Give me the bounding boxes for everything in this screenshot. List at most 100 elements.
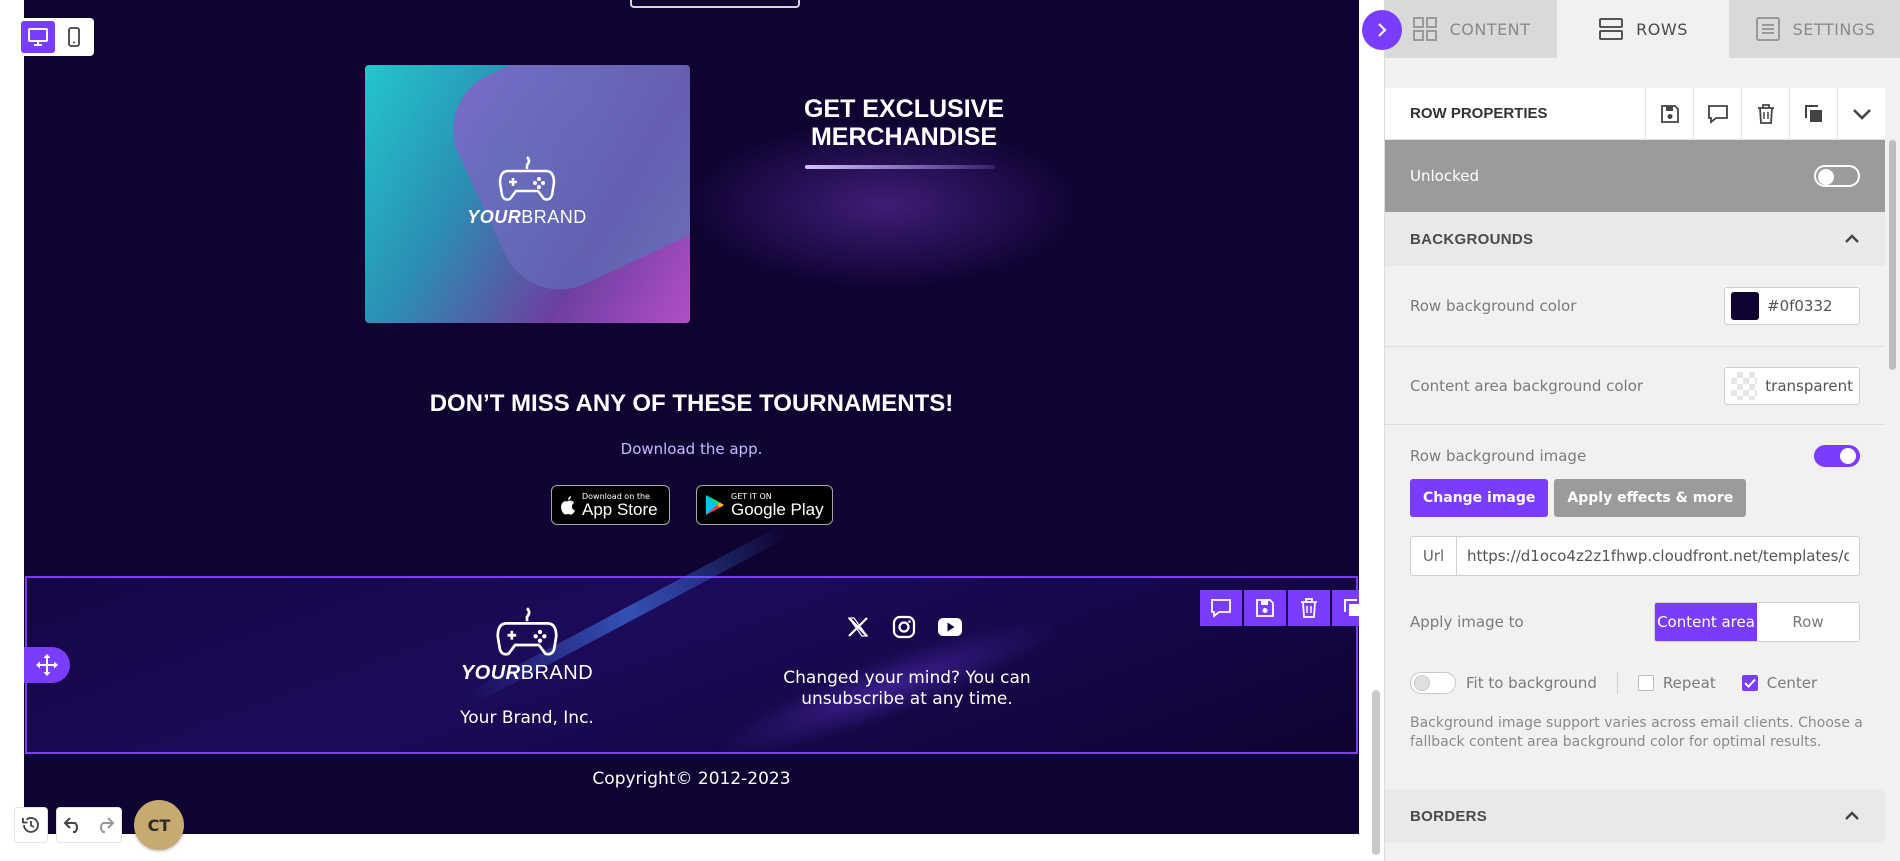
- lock-label: Unlocked: [1410, 167, 1479, 185]
- center-checkbox[interactable]: [1741, 675, 1758, 691]
- save-row-button[interactable]: [1645, 87, 1693, 140]
- comment-icon: [1211, 599, 1231, 618]
- x-icon[interactable]: [843, 612, 873, 642]
- row-bg-image-row: Row background image: [1385, 425, 1885, 487]
- backgrounds-section-header[interactable]: BACKGROUNDS: [1385, 212, 1885, 266]
- image-url-input[interactable]: [1457, 537, 1859, 575]
- google-play-badge[interactable]: GET IT ON Google Play: [696, 485, 833, 525]
- lock-toggle[interactable]: [1814, 165, 1860, 187]
- desktop-view-button[interactable]: [21, 21, 55, 53]
- row-bg-value: #0f0332: [1767, 297, 1833, 315]
- history-box: [14, 807, 48, 843]
- check-icon: [1744, 678, 1756, 688]
- view-mode-toggle: [18, 18, 94, 56]
- collapse-panel-button[interactable]: [1362, 10, 1402, 50]
- center-option[interactable]: Center: [1741, 674, 1818, 692]
- move-icon: [36, 654, 58, 676]
- options-divider: [1616, 672, 1618, 694]
- tab-rows[interactable]: ROWS: [1557, 0, 1729, 58]
- center-label: Center: [1766, 674, 1818, 692]
- image-url-field: Url: [1410, 536, 1860, 576]
- content-bg-color-picker[interactable]: transparent: [1724, 366, 1860, 405]
- apple-icon: [561, 496, 575, 515]
- footer-brand-wordmark: YOURBRAND: [460, 662, 594, 684]
- merch-title[interactable]: GET EXCLUSIVE MERCHANDISE: [764, 95, 1044, 151]
- user-avatar[interactable]: CT: [134, 800, 184, 850]
- row-comment-button[interactable]: [1200, 590, 1242, 626]
- repeat-checkbox[interactable]: [1637, 675, 1654, 691]
- row-bg-swatch: [1731, 292, 1759, 320]
- rows-icon: [1599, 18, 1624, 40]
- canvas-scrollbar[interactable]: [1372, 690, 1380, 855]
- row-bg-image-toggle[interactable]: [1814, 445, 1860, 467]
- row-save-button[interactable]: [1244, 590, 1286, 626]
- tournaments-title[interactable]: DON’T MISS ANY OF THESE TOURNAMENTS!: [24, 390, 1359, 418]
- trash-icon: [1301, 598, 1317, 618]
- history-icon: [22, 817, 39, 833]
- gamepad-icon: [498, 156, 556, 201]
- tab-content[interactable]: CONTENT: [1385, 0, 1557, 58]
- merch-image[interactable]: YOURBRAND: [365, 65, 690, 323]
- repeat-option[interactable]: Repeat: [1637, 674, 1716, 692]
- delete-row-button[interactable]: [1741, 87, 1789, 140]
- fit-to-background-toggle[interactable]: [1410, 672, 1456, 694]
- footer-brand-logo[interactable]: YOURBRAND: [457, 606, 597, 685]
- settings-icon: [1755, 17, 1780, 41]
- collapse-properties-button[interactable]: [1837, 87, 1885, 140]
- tab-content-label: CONTENT: [1449, 19, 1531, 39]
- save-icon: [1660, 104, 1679, 123]
- chevron-up-icon: [1845, 234, 1859, 243]
- app-store-big: App Store: [582, 499, 658, 519]
- row-duplicate-button[interactable]: [1332, 590, 1359, 626]
- apply-to-row[interactable]: Row: [1757, 603, 1859, 641]
- google-play-big: Google Play: [731, 499, 824, 519]
- selected-footer-row[interactable]: YOURBRAND Your Brand, Inc. Changed your …: [25, 524, 1359, 778]
- row-bg-color-picker[interactable]: #0f0332: [1724, 287, 1860, 325]
- panel-tabs: CONTENT ROWS SETTINGS: [1385, 0, 1900, 58]
- merch-divider: [805, 165, 995, 169]
- youtube-icon[interactable]: [935, 612, 965, 642]
- unsubscribe-text[interactable]: Changed your mind? You can unsubscribe a…: [757, 668, 1057, 710]
- apply-image-to-row: Apply image to Content area Row: [1385, 598, 1885, 646]
- email-canvas[interactable]: YOURBRAND GET EXCLUSIVE MERCHANDISE DON’…: [24, 0, 1359, 834]
- borders-section-header[interactable]: BORDERS: [1385, 789, 1885, 843]
- row-move-handle[interactable]: [24, 647, 70, 683]
- tab-rows-label: ROWS: [1636, 19, 1688, 39]
- url-label: Url: [1411, 537, 1457, 575]
- undo-button[interactable]: [57, 808, 89, 842]
- tab-settings-label: SETTINGS: [1792, 19, 1876, 39]
- instagram-icon[interactable]: [889, 612, 919, 642]
- tab-settings[interactable]: SETTINGS: [1729, 0, 1900, 58]
- change-image-button[interactable]: Change image: [1410, 479, 1549, 517]
- tournaments-subtitle[interactable]: Download the app.: [24, 440, 1359, 458]
- apply-image-to-segmented: Content area Row: [1654, 602, 1860, 642]
- row-properties-header: ROW PROPERTIES: [1385, 87, 1885, 140]
- apply-effects-button[interactable]: Apply effects & more: [1554, 479, 1747, 517]
- cta-button-edge[interactable]: [630, 0, 800, 8]
- panel-scrollbar[interactable]: [1889, 140, 1896, 370]
- brand-logo: YOURBRAND: [457, 155, 597, 228]
- mobile-icon: [68, 27, 81, 47]
- history-button[interactable]: [15, 808, 47, 842]
- chevron-right-icon: [1378, 23, 1387, 37]
- duplicate-row-button[interactable]: [1789, 87, 1837, 140]
- row-properties-title: ROW PROPERTIES: [1410, 105, 1548, 122]
- image-buttons: Change image Apply effects & more: [1410, 479, 1747, 517]
- apply-image-to-label: Apply image to: [1410, 613, 1524, 631]
- properties-panel: CONTENT ROWS SETTINGS ROW PROPERTIES Unl…: [1384, 0, 1900, 861]
- borders-title: BORDERS: [1410, 807, 1488, 825]
- chevron-up-icon: [1845, 811, 1859, 820]
- app-store-badge[interactable]: Download on the App Store: [551, 485, 670, 525]
- content-bg-value: transparent: [1765, 376, 1853, 395]
- row-delete-button[interactable]: [1288, 590, 1330, 626]
- repeat-label: Repeat: [1662, 674, 1716, 692]
- google-play-icon: [706, 495, 724, 515]
- bottom-toolbar: CT: [14, 800, 184, 850]
- undo-icon: [63, 817, 78, 833]
- copyright-text[interactable]: Copyright© 2012-2023: [24, 769, 1359, 789]
- redo-button[interactable]: [89, 808, 121, 842]
- company-name[interactable]: Your Brand, Inc.: [407, 708, 647, 728]
- apply-to-content-area[interactable]: Content area: [1655, 603, 1757, 641]
- mobile-view-button[interactable]: [58, 21, 92, 53]
- comment-row-button[interactable]: [1693, 87, 1741, 140]
